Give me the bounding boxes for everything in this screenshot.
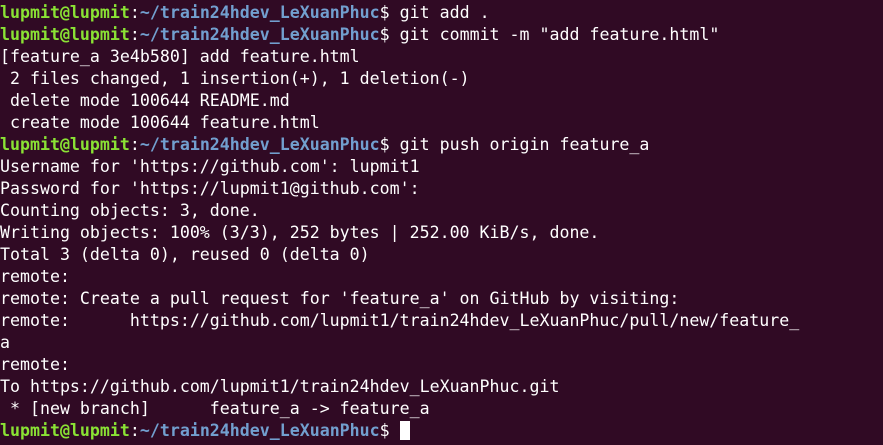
prompt-colon: : [129, 25, 140, 44]
prompt-user-host: lupmit@lupmit [0, 3, 130, 22]
output-line: Password for 'https://lupmit1@github.com… [0, 178, 883, 200]
command-text: git add . [389, 3, 490, 22]
terminal-window[interactable]: lupmit@lupmit:~/train24hdev_LeXuanPhuc$ … [0, 0, 883, 445]
output-line: * [new branch] feature_a -> feature_a [0, 398, 883, 420]
prompt-path: ~/train24hdev_LeXuanPhuc [139, 135, 380, 154]
prompt-path: ~/train24hdev_LeXuanPhuc [139, 421, 380, 440]
prompt-user-host: lupmit@lupmit [0, 25, 130, 44]
output-text: * [new branch] feature_a -> feature_a [0, 399, 430, 418]
prompt-colon: : [129, 3, 140, 22]
prompt-colon: : [129, 421, 140, 440]
prompt-dollar: $ [379, 135, 390, 154]
command-text: git push origin feature_a [389, 135, 650, 154]
prompt-path: ~/train24hdev_LeXuanPhuc [139, 3, 380, 22]
output-line: delete mode 100644 README.md [0, 90, 883, 112]
output-text: remote: Create a pull request for 'featu… [0, 289, 680, 308]
output-line: To https://github.com/lupmit1/train24hde… [0, 376, 883, 398]
output-text: Writing objects: 100% (3/3), 252 bytes |… [0, 223, 600, 242]
prompt-line: lupmit@lupmit:~/train24hdev_LeXuanPhuc$ [0, 420, 883, 442]
terminal-output: lupmit@lupmit:~/train24hdev_LeXuanPhuc$ … [0, 2, 883, 442]
output-line: remote: [0, 266, 883, 288]
output-line: remote: https://github.com/lupmit1/train… [0, 310, 883, 332]
prompt-user-host: lupmit@lupmit [0, 421, 130, 440]
command-text: git commit -m "add feature.html" [389, 25, 720, 44]
output-text: 2 files changed, 1 insertion(+), 1 delet… [0, 69, 470, 88]
output-line: remote: [0, 354, 883, 376]
output-line: Counting objects: 3, done. [0, 200, 883, 222]
text-cursor[interactable] [399, 421, 410, 440]
output-text: Total 3 (delta 0), reused 0 (delta 0) [0, 245, 370, 264]
output-text: remote: https://github.com/lupmit1/train… [0, 311, 800, 330]
prompt-colon: : [129, 135, 140, 154]
output-text: remote: [0, 355, 70, 374]
prompt-line: lupmit@lupmit:~/train24hdev_LeXuanPhuc$ … [0, 2, 883, 24]
output-text: a [0, 333, 10, 352]
output-line: 2 files changed, 1 insertion(+), 1 delet… [0, 68, 883, 90]
prompt-dollar: $ [379, 25, 390, 44]
prompt-line: lupmit@lupmit:~/train24hdev_LeXuanPhuc$ … [0, 134, 883, 156]
output-line: [feature_a 3e4b580] add feature.html [0, 46, 883, 68]
prompt-dollar: $ [379, 3, 390, 22]
output-line: remote: Create a pull request for 'featu… [0, 288, 883, 310]
prompt-line: lupmit@lupmit:~/train24hdev_LeXuanPhuc$ … [0, 24, 883, 46]
output-line: Total 3 (delta 0), reused 0 (delta 0) [0, 244, 883, 266]
command-text[interactable] [390, 421, 400, 440]
prompt-path: ~/train24hdev_LeXuanPhuc [139, 25, 380, 44]
output-text: remote: [0, 267, 70, 286]
output-text: create mode 100644 feature.html [0, 113, 320, 132]
output-text: To https://github.com/lupmit1/train24hde… [0, 377, 560, 396]
output-text: Password for 'https://lupmit1@github.com… [0, 179, 420, 198]
output-text: Counting objects: 3, done. [0, 201, 260, 220]
output-line: create mode 100644 feature.html [0, 112, 883, 134]
output-text: delete mode 100644 README.md [0, 91, 290, 110]
output-line: Writing objects: 100% (3/3), 252 bytes |… [0, 222, 883, 244]
prompt-dollar: $ [379, 421, 390, 440]
prompt-user-host: lupmit@lupmit [0, 135, 130, 154]
output-text: [feature_a 3e4b580] add feature.html [0, 47, 360, 66]
output-line: Username for 'https://github.com': lupmi… [0, 156, 883, 178]
output-text: Username for 'https://github.com': lupmi… [0, 157, 420, 176]
output-line: a [0, 332, 883, 354]
